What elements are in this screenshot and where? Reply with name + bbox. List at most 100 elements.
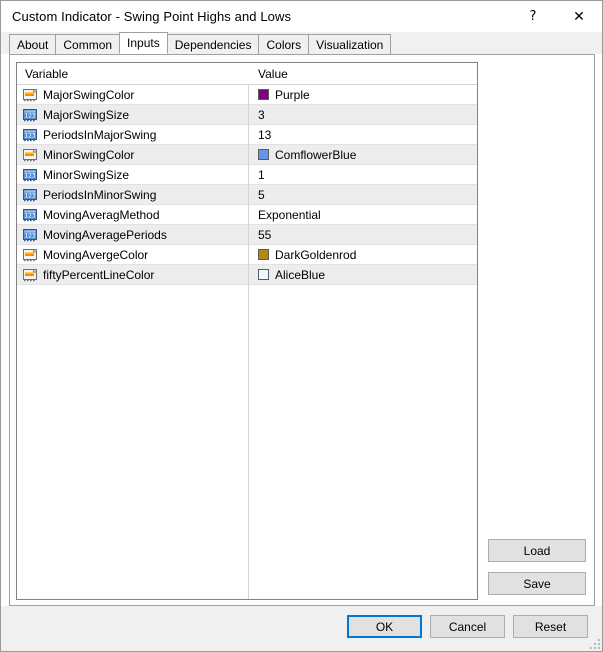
close-icon: ✕ bbox=[573, 8, 585, 25]
value-cell[interactable]: 5 bbox=[249, 185, 477, 204]
cancel-button[interactable]: Cancel bbox=[430, 615, 505, 638]
number-123-icon: 123 bbox=[22, 167, 38, 183]
grid-row[interactable]: MinorSwingColor ComflowerBlue bbox=[17, 145, 477, 165]
tab-label: About bbox=[17, 37, 49, 52]
value-cell[interactable]: Exponential bbox=[249, 205, 477, 224]
grid-row[interactable]: 123 PeriodsInMajorSwing 13 bbox=[17, 125, 477, 145]
column-splitter[interactable] bbox=[248, 63, 249, 599]
grid-header-row: Variable Value bbox=[17, 63, 477, 85]
value-cell[interactable]: ComflowerBlue bbox=[249, 145, 477, 164]
inputs-grid: Variable Value MajorSwingColor Purple 123 M… bbox=[16, 62, 478, 600]
variable-name: PeriodsInMinorSwing bbox=[43, 187, 157, 202]
tab-colors[interactable]: Colors bbox=[258, 34, 310, 54]
title-bar-buttons: ? ✕ bbox=[510, 1, 602, 32]
side-buttons: Load Save bbox=[488, 539, 586, 595]
load-button[interactable]: Load bbox=[488, 539, 586, 562]
value-cell[interactable]: AliceBlue bbox=[249, 265, 477, 284]
grid-row[interactable]: fiftyPercentLineColor AliceBlue bbox=[17, 265, 477, 285]
value-cell[interactable]: 13 bbox=[249, 125, 477, 144]
tab-about[interactable]: About bbox=[9, 34, 57, 54]
svg-text:123: 123 bbox=[24, 192, 35, 199]
variable-cell[interactable]: 123 PeriodsInMajorSwing bbox=[17, 125, 249, 144]
svg-text:123: 123 bbox=[24, 232, 35, 239]
variable-cell[interactable]: fiftyPercentLineColor bbox=[17, 265, 249, 284]
variable-cell[interactable]: MinorSwingColor bbox=[17, 145, 249, 164]
tab-common[interactable]: Common bbox=[55, 34, 121, 54]
ok-button[interactable]: OK bbox=[347, 615, 422, 638]
value-cell[interactable]: 1 bbox=[249, 165, 477, 184]
grid-row[interactable]: 123 MajorSwingSize 3 bbox=[17, 105, 477, 125]
custom-indicator-dialog: Custom Indicator - Swing Point Highs and… bbox=[0, 0, 603, 652]
tab-page-inputs: Variable Value MajorSwingColor Purple 123 M… bbox=[9, 54, 595, 606]
tab-visualization[interactable]: Visualization bbox=[308, 34, 392, 54]
svg-text:123: 123 bbox=[24, 112, 35, 119]
number-123-icon: 123 bbox=[22, 187, 38, 203]
dialog-buttons: OK Cancel Reset bbox=[347, 615, 588, 638]
value-text: ComflowerBlue bbox=[275, 147, 357, 162]
resize-grip[interactable] bbox=[588, 637, 600, 649]
grid-row[interactable]: 123 PeriodsInMinorSwing 5 bbox=[17, 185, 477, 205]
value-text: 55 bbox=[258, 227, 272, 242]
svg-text:123: 123 bbox=[24, 212, 35, 219]
column-header-value[interactable]: Value bbox=[249, 63, 477, 84]
variable-cell[interactable]: 123 MovingAveragMethod bbox=[17, 205, 249, 224]
tab-inputs[interactable]: Inputs bbox=[119, 32, 168, 54]
color-preview-swatch bbox=[258, 249, 269, 260]
grid-rows: MajorSwingColor Purple 123 MajorSwingSize 3 1… bbox=[17, 85, 477, 285]
tab-label: Common bbox=[63, 37, 113, 52]
tab-strip: About Common Inputs Dependencies Colors Visua… bbox=[9, 32, 392, 54]
svg-text:123: 123 bbox=[24, 172, 35, 179]
color-preview-swatch bbox=[258, 149, 269, 160]
value-cell[interactable]: 55 bbox=[249, 225, 477, 244]
variable-cell[interactable]: MovingAvergeColor bbox=[17, 245, 249, 264]
grid-row[interactable]: MovingAvergeColor DarkGoldenrod bbox=[17, 245, 477, 265]
variable-cell[interactable]: 123 MovingAveragePeriods bbox=[17, 225, 249, 244]
variable-name: MajorSwingSize bbox=[43, 107, 130, 122]
window-title: Custom Indicator - Swing Point Highs and… bbox=[12, 9, 292, 24]
number-123-icon: 123 bbox=[22, 207, 38, 223]
svg-text:123: 123 bbox=[24, 132, 35, 139]
save-button[interactable]: Save bbox=[488, 572, 586, 595]
value-cell[interactable]: 3 bbox=[249, 105, 477, 124]
close-button[interactable]: ✕ bbox=[556, 1, 602, 32]
value-text: AliceBlue bbox=[275, 267, 326, 282]
value-text: 13 bbox=[258, 127, 272, 142]
grid-row[interactable]: 123 MinorSwingSize 1 bbox=[17, 165, 477, 185]
value-text: Exponential bbox=[258, 207, 321, 222]
reset-button[interactable]: Reset bbox=[513, 615, 588, 638]
question-mark-icon: ? bbox=[529, 9, 537, 24]
number-123-icon: 123 bbox=[22, 107, 38, 123]
tab-label: Visualization bbox=[316, 37, 384, 52]
tab-strip-container: About Common Inputs Dependencies Colors Visua… bbox=[1, 32, 602, 54]
value-text: 1 bbox=[258, 167, 265, 182]
grid-row[interactable]: 123 MovingAveragePeriods 55 bbox=[17, 225, 477, 245]
grid-row[interactable]: MajorSwingColor Purple bbox=[17, 85, 477, 105]
variable-cell[interactable]: 123 PeriodsInMinorSwing bbox=[17, 185, 249, 204]
tab-label: Colors bbox=[266, 37, 302, 52]
grid-row[interactable]: 123 MovingAveragMethod Exponential bbox=[17, 205, 477, 225]
color-preview-swatch bbox=[258, 89, 269, 100]
variable-name: fiftyPercentLineColor bbox=[43, 267, 155, 282]
color-swatch-icon bbox=[22, 87, 38, 103]
tab-dependencies[interactable]: Dependencies bbox=[166, 34, 260, 54]
value-cell[interactable]: DarkGoldenrod bbox=[249, 245, 477, 264]
number-123-icon: 123 bbox=[22, 127, 38, 143]
variable-cell[interactable]: 123 MinorSwingSize bbox=[17, 165, 249, 184]
variable-cell[interactable]: 123 MajorSwingSize bbox=[17, 105, 249, 124]
variable-name: MovingAveragePeriods bbox=[43, 227, 167, 242]
color-swatch-icon bbox=[22, 147, 38, 163]
variable-cell[interactable]: MajorSwingColor bbox=[17, 85, 249, 104]
value-cell[interactable]: Purple bbox=[249, 85, 477, 104]
dialog-footer: OK Cancel Reset bbox=[1, 606, 602, 651]
title-bar: Custom Indicator - Swing Point Highs and… bbox=[1, 1, 602, 32]
value-text: Purple bbox=[275, 87, 310, 102]
variable-name: PeriodsInMajorSwing bbox=[43, 127, 157, 142]
tab-label: Inputs bbox=[127, 36, 160, 50]
variable-name: MajorSwingColor bbox=[43, 87, 135, 102]
help-button[interactable]: ? bbox=[510, 1, 556, 32]
value-text: DarkGoldenrod bbox=[275, 247, 357, 262]
column-header-variable[interactable]: Variable bbox=[17, 63, 249, 84]
tab-label: Dependencies bbox=[174, 37, 252, 52]
variable-name: MinorSwingColor bbox=[43, 147, 135, 162]
color-preview-swatch bbox=[258, 269, 269, 280]
